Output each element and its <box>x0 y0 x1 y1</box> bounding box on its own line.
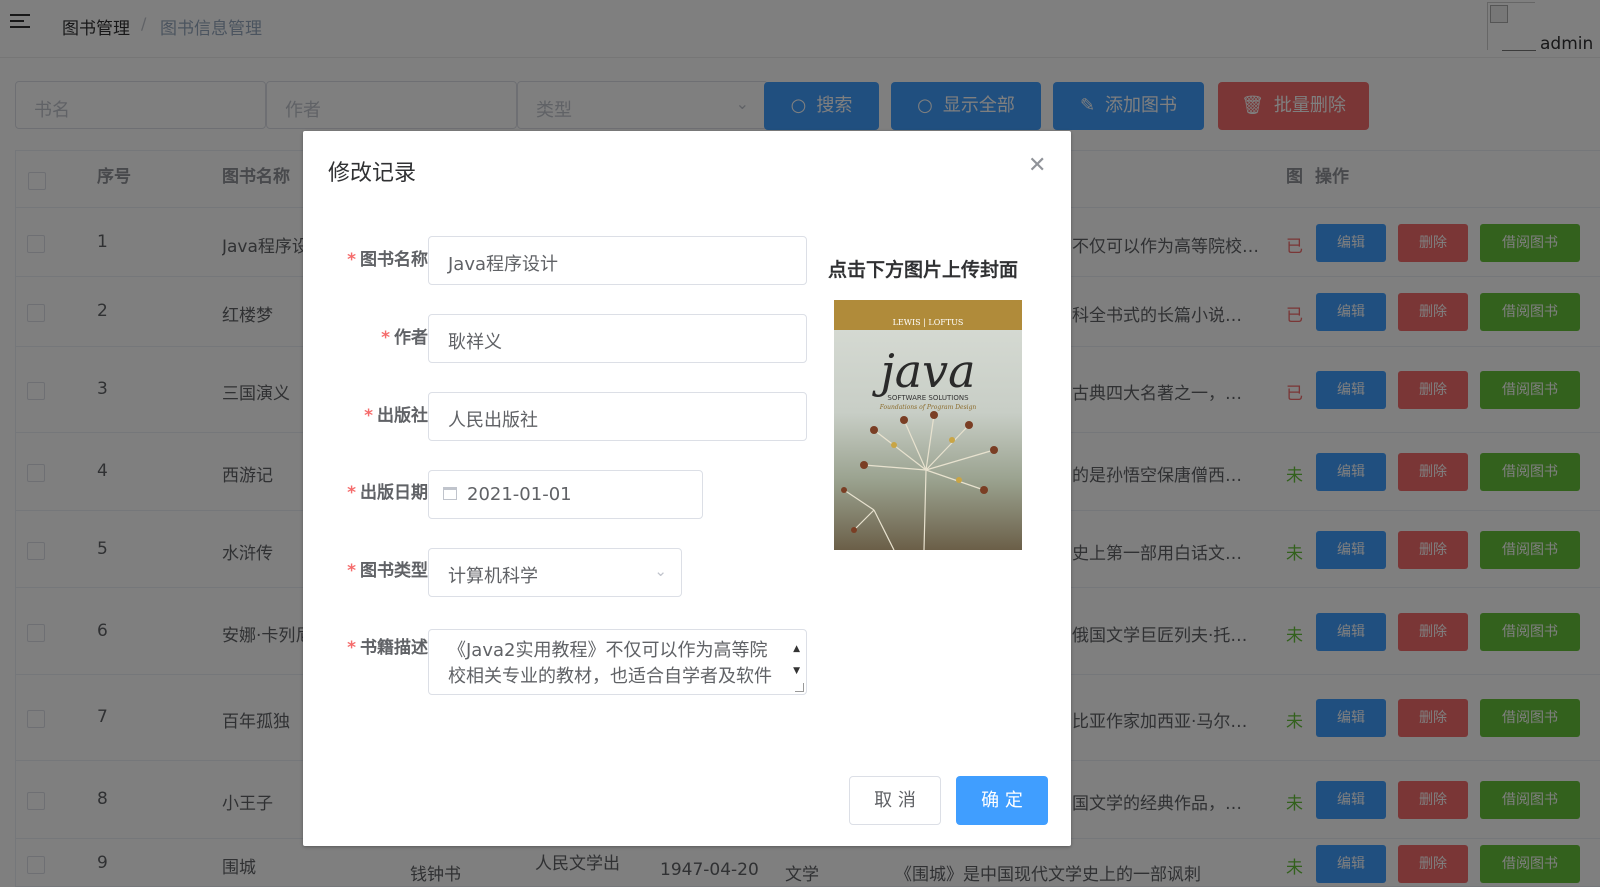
label-publish-date: * 出版日期 <box>347 483 428 503</box>
close-icon[interactable]: ✕ <box>1028 153 1046 178</box>
book-name-input[interactable]: Java程序设计 <box>428 236 807 285</box>
label-description: * 书籍描述 <box>347 638 428 658</box>
book-type-value: 计算机科学 <box>448 566 538 587</box>
book-type-select[interactable]: 计算机科学 ⌄ <box>428 548 682 597</box>
label-book-type: * 图书类型 <box>347 561 428 581</box>
upload-cover-tip: 点击下方图片上传封面 <box>828 259 1019 281</box>
book-cover-upload[interactable]: LEWIS | LOFTUS java SOFTWARE SOLUTIONS F… <box>834 300 1022 550</box>
cover-plant-illustration <box>841 411 998 550</box>
cover-subtitle: SOFTWARE SOLUTIONS <box>887 394 969 402</box>
cover-title: java <box>880 344 976 398</box>
scroll-down-arrow-icon[interactable]: ▼ <box>793 658 800 684</box>
dialog-title: 修改记录 <box>328 161 417 186</box>
cover-authors: LEWIS | LOFTUS <box>892 318 964 327</box>
publisher-input[interactable]: 人民出版社 <box>428 392 807 441</box>
label-author: * 作者 <box>381 328 428 348</box>
confirm-button[interactable]: 确 定 <box>956 776 1048 825</box>
calendar-icon <box>443 487 457 500</box>
edit-record-dialog: 修改记录 ✕ * 图书名称 Java程序设计 * 作者 耿祥义 * 出版社 人民出版社… <box>303 131 1071 846</box>
label-publisher: * 出版社 <box>364 406 428 426</box>
author-input[interactable]: 耿祥义 <box>428 314 807 363</box>
publish-date-value: 2021-01-01 <box>467 484 572 505</box>
description-value: 《Java2实用教程》不仅可以作为高等院校相关专业的教材，也适合自学者及软件 <box>448 640 772 687</box>
publish-date-picker[interactable]: 2021-01-01 <box>428 470 703 519</box>
chevron-down-icon: ⌄ <box>654 562 667 580</box>
cancel-button[interactable]: 取 消 <box>849 776 941 825</box>
resize-handle-icon[interactable] <box>795 683 804 692</box>
description-textarea[interactable]: 《Java2实用教程》不仅可以作为高等院校相关专业的教材，也适合自学者及软件 ▲… <box>428 629 807 695</box>
label-book-name: * 图书名称 <box>347 250 428 270</box>
